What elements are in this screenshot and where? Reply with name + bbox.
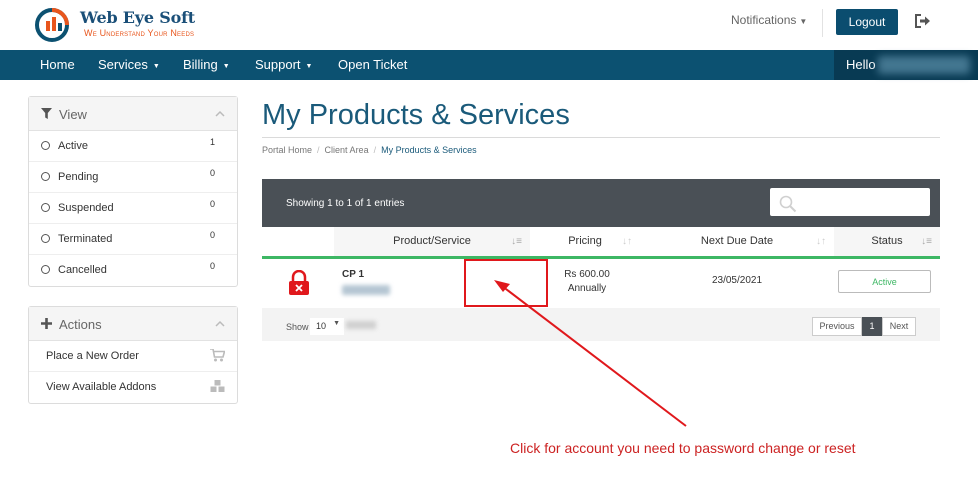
annotation-arrow <box>494 280 687 427</box>
page: Web Eye Soft We Understand Your Needs No… <box>0 0 978 480</box>
annotation-text: Click for account you need to password c… <box>510 440 856 456</box>
